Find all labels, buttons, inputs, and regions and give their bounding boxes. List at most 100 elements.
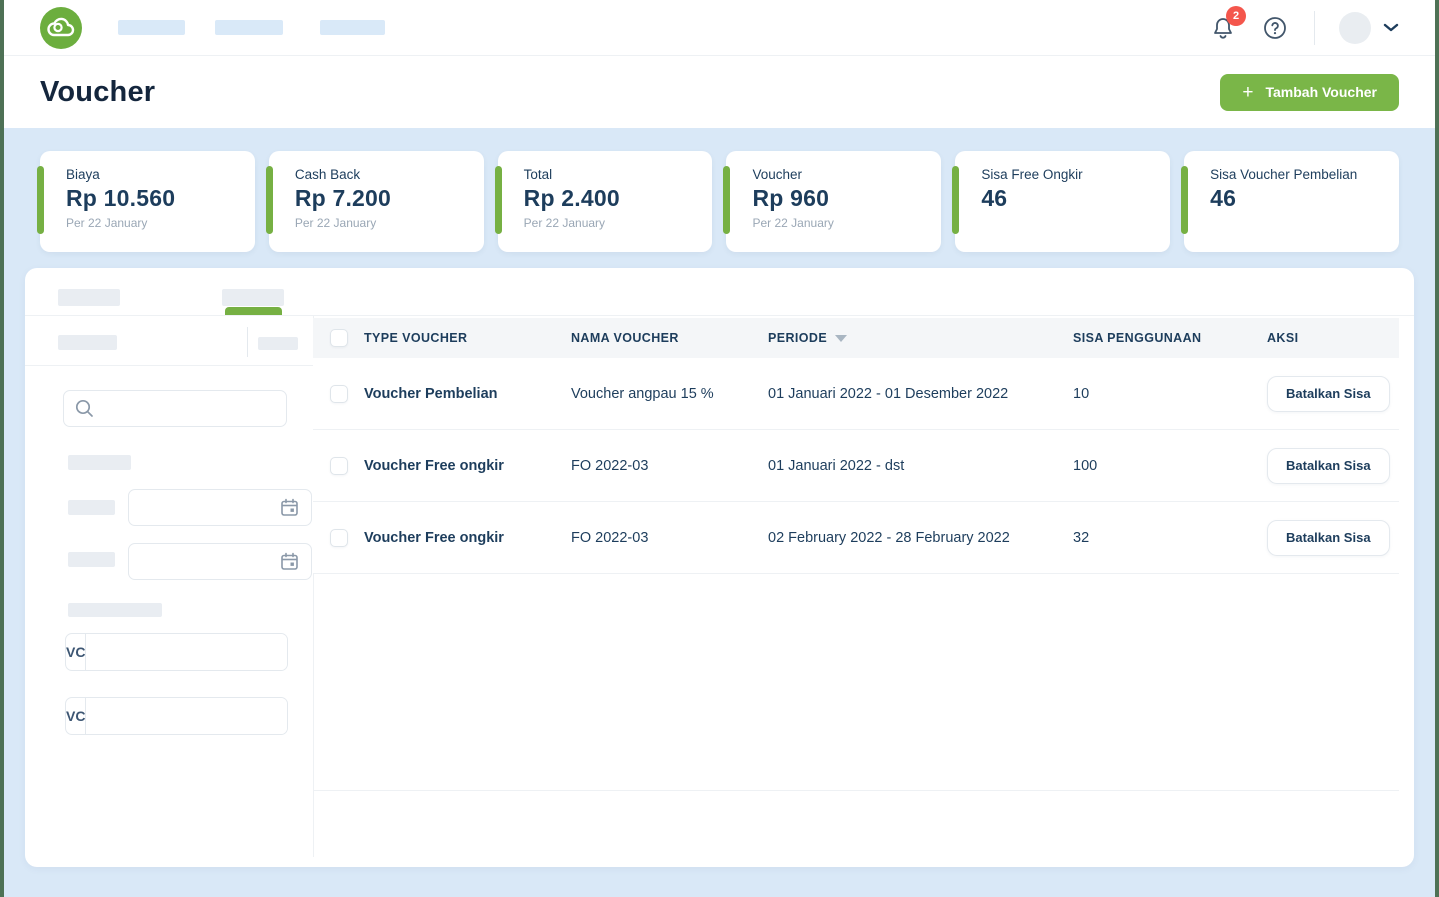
cell-aksi: Batalkan Sisa <box>1267 520 1399 556</box>
voucher-code-input-1: VC <box>65 633 288 671</box>
filter-action-placeholder[interactable] <box>258 337 298 350</box>
search-icon <box>74 398 95 419</box>
calendar-icon <box>280 498 299 517</box>
voucher-table: TYPE VOUCHER NAMA VOUCHER PERIODE SISA P… <box>313 318 1399 574</box>
nav-item-placeholder-3[interactable] <box>320 20 385 35</box>
voucher-code-prefix: VC <box>66 698 86 734</box>
page-title: Voucher <box>40 76 155 109</box>
card-value: 46 <box>981 185 1170 212</box>
card-accent-bar <box>1181 166 1188 234</box>
stats-cards-row: Biaya Rp 10.560 Per 22 January Cash Back… <box>40 151 1399 252</box>
voucher-panel: VC VC TYPE VOUCHER NAMA VOUCHER PERIODE … <box>25 268 1414 867</box>
row-checkbox-cell <box>313 457 364 475</box>
header-periode-label: PERIODE <box>768 331 827 345</box>
cell-nama-voucher: Voucher angpau 15 % <box>571 386 768 402</box>
user-menu-toggle[interactable] <box>1383 23 1399 33</box>
topbar-divider <box>1314 11 1315 45</box>
row-checkbox[interactable] <box>330 385 348 403</box>
row-checkbox[interactable] <box>330 457 348 475</box>
header-nama-voucher: NAMA VOUCHER <box>571 331 768 345</box>
cell-periode: 01 Januari 2022 - dst <box>768 458 1073 474</box>
cell-aksi: Batalkan Sisa <box>1267 448 1399 484</box>
header-aksi: AKSI <box>1267 331 1399 345</box>
card-value: 46 <box>1210 185 1399 212</box>
voucher-code-field-2[interactable] <box>86 698 287 734</box>
tambah-voucher-label: Tambah Voucher <box>1265 84 1377 100</box>
card-accent-bar <box>723 166 730 234</box>
search-input[interactable] <box>63 390 287 427</box>
tambah-voucher-button[interactable]: + Tambah Voucher <box>1220 74 1399 111</box>
sidebar-top-divider <box>25 365 313 366</box>
card-label: Cash Back <box>295 167 484 182</box>
cell-type-voucher: Voucher Free ongkir <box>364 530 571 546</box>
voucher-code-input-2: VC <box>65 697 288 735</box>
nav-item-placeholder-1[interactable] <box>118 20 185 35</box>
help-button[interactable] <box>1262 15 1288 41</box>
card-subtitle: Per 22 January <box>66 216 255 230</box>
table-header-row: TYPE VOUCHER NAMA VOUCHER PERIODE SISA P… <box>313 318 1399 358</box>
table-row: Voucher Free ongkir FO 2022-03 01 Januar… <box>313 430 1399 502</box>
cell-periode: 01 Januari 2022 - 01 Desember 2022 <box>768 386 1073 402</box>
header-periode: PERIODE <box>768 331 1073 345</box>
card-accent-bar <box>952 166 959 234</box>
cell-nama-voucher: FO 2022-03 <box>571 530 768 546</box>
active-tab-indicator <box>225 307 282 315</box>
stat-card: Biaya Rp 10.560 Per 22 January <box>40 151 255 252</box>
chevron-down-icon <box>1383 23 1399 33</box>
sort-descending-icon[interactable] <box>835 335 847 342</box>
select-all-checkbox[interactable] <box>330 329 348 347</box>
cell-sisa-penggunaan: 32 <box>1073 530 1267 546</box>
card-value: Rp 7.200 <box>295 185 484 212</box>
card-subtitle: Per 22 January <box>295 216 484 230</box>
row-checkbox-cell <box>313 529 364 547</box>
window-edge-right <box>1435 0 1439 897</box>
card-accent-bar <box>37 166 44 234</box>
voucher-code-section-label-placeholder <box>68 603 162 617</box>
stat-card: Total Rp 2.400 Per 22 January <box>498 151 713 252</box>
sidebar-section-label-placeholder <box>68 455 131 470</box>
nav-item-placeholder-2[interactable] <box>215 20 283 35</box>
cell-type-voucher: Voucher Pembelian <box>364 386 571 402</box>
app-logo[interactable] <box>40 7 82 49</box>
notifications-button[interactable]: 2 <box>1210 15 1236 41</box>
cell-periode: 02 February 2022 - 28 February 2022 <box>768 530 1073 546</box>
stat-card: Cash Back Rp 7.200 Per 22 January <box>269 151 484 252</box>
user-avatar[interactable] <box>1339 12 1371 44</box>
batalkan-sisa-button[interactable]: Batalkan Sisa <box>1267 448 1390 484</box>
top-navbar: 2 <box>0 0 1439 56</box>
tab-placeholder-2-active[interactable] <box>222 289 284 306</box>
card-label: Biaya <box>66 167 255 182</box>
cell-nama-voucher: FO 2022-03 <box>571 458 768 474</box>
card-accent-bar <box>495 166 502 234</box>
filter-divider <box>247 327 248 357</box>
date-to-input[interactable] <box>128 543 312 580</box>
header-sisa-penggunaan: SISA PENGGUNAAN <box>1073 331 1267 345</box>
batalkan-sisa-button[interactable]: Batalkan Sisa <box>1267 520 1390 556</box>
voucher-code-field-1[interactable] <box>86 634 287 670</box>
card-label: Sisa Free Ongkir <box>981 167 1170 182</box>
card-subtitle: Per 22 January <box>752 216 941 230</box>
plus-icon: + <box>1242 83 1253 102</box>
voucher-code-prefix: VC <box>66 634 86 670</box>
card-subtitle: Per 22 January <box>524 216 713 230</box>
stat-card: Sisa Voucher Pembelian 46 <box>1184 151 1399 252</box>
row-checkbox[interactable] <box>330 529 348 547</box>
header-checkbox-cell <box>313 329 364 347</box>
stat-card: Voucher Rp 960 Per 22 January <box>726 151 941 252</box>
card-value: Rp 10.560 <box>66 185 255 212</box>
card-label: Sisa Voucher Pembelian <box>1210 167 1399 182</box>
cell-aksi: Batalkan Sisa <box>1267 376 1399 412</box>
stat-card: Sisa Free Ongkir 46 <box>955 151 1170 252</box>
window-edge-left <box>0 0 4 897</box>
tab-placeholder-1[interactable] <box>58 289 120 306</box>
card-value: Rp 960 <box>752 185 941 212</box>
date-from-input[interactable] <box>128 489 312 526</box>
header-type-voucher: TYPE VOUCHER <box>364 331 571 345</box>
tabs-divider <box>25 315 1414 316</box>
cell-type-voucher: Voucher Free ongkir <box>364 458 571 474</box>
date-to-label-placeholder <box>68 552 115 567</box>
card-accent-bar <box>266 166 273 234</box>
table-row: Voucher Free ongkir FO 2022-03 02 Februa… <box>313 502 1399 574</box>
batalkan-sisa-button[interactable]: Batalkan Sisa <box>1267 376 1390 412</box>
card-subtitle <box>981 216 1170 230</box>
